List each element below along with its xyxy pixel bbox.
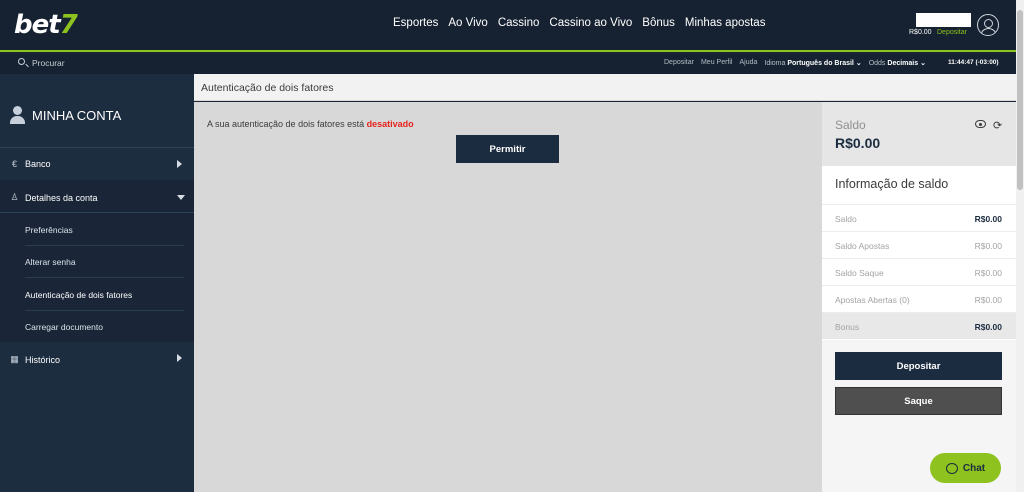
submenu-divider [25,310,184,311]
odds-value: Decimais [887,60,919,67]
language-label: Idioma [764,60,786,67]
tfa-status-message: A sua autenticação de dois fatores está … [207,119,414,129]
submenu-autenticacao[interactable]: Autenticação de dois fatores [25,290,132,300]
balance-info-title: Informação de saldo [835,177,949,191]
header-balance: R$0.00 [909,29,932,36]
odds-selector[interactable]: Odds Decimais ⌄ [869,59,926,67]
calendar-icon: ▦ [10,354,19,364]
tfa-status-badge: desativado [366,119,414,129]
balance-row: Saldo Saque R$0.00 [822,258,1016,285]
euro-icon: € [11,159,17,169]
nav-minhas-apostas[interactable]: Minhas apostas [685,17,766,29]
sub-link-profile[interactable]: Meu Perfil [701,59,733,67]
chevron-down-icon: ⌄ [855,60,862,67]
chevron-right-icon [177,354,182,362]
account-title-label: MINHA CONTA [32,107,122,123]
nav-ao-vivo[interactable]: Ao Vivo [448,17,487,29]
deposit-button[interactable]: Depositar [835,352,1002,380]
eye-icon[interactable] [975,120,986,128]
sidebar-item-banco[interactable]: € Banco [10,159,51,169]
nav-esportes[interactable]: Esportes [393,17,438,29]
balance-box [916,13,971,27]
balance-row-label: Saldo Saque [835,268,884,278]
balance-row-label: Saldo Apostas [835,241,890,251]
submenu-divider [25,245,184,246]
balance-row: Apostas Abertas (0) R$0.00 [822,285,1016,312]
tfa-message-text: A sua autenticação de dois fatores está [207,119,365,129]
balance-info-box: Informação de saldo Saldo R$0.00 Saldo A… [822,166,1016,340]
saldo-value: R$0.00 [835,135,881,151]
sidebar-divider [0,147,194,148]
balance-row: Bonus R$0.00 [822,312,1016,339]
chevron-down-icon: ⌄ [920,60,926,67]
chat-bubble-icon [945,462,958,474]
balance-row-value: R$0.00 [974,241,1002,251]
balance-row-value: R$0.00 [974,295,1002,305]
submenu-alterar-senha[interactable]: Alterar senha [25,257,76,267]
sidebar-item-label: Histórico [25,354,61,365]
page-title-bar: Autenticação de dois fatores [194,74,1016,101]
chat-label: Chat [962,462,986,474]
page-title: Autenticação de dois fatores [201,82,334,94]
sidebar-divider [0,212,194,213]
balance-row-value: R$0.00 [974,214,1002,224]
user-icon: ♙ [10,192,19,202]
user-circle-icon[interactable] [977,14,999,36]
language-value: Português do Brasil [787,60,854,67]
balance-row-value: R$0.00 [974,322,1002,332]
submenu-divider [25,277,184,278]
nav-bonus[interactable]: Bônus [642,17,675,29]
sub-link-deposit[interactable]: Depositar [664,59,694,67]
search-input[interactable]: Procurar [32,58,65,68]
top-header: bet7 Esportes Ao Vivo Cassino Cassino ao… [0,0,1016,52]
balance-row-label: Saldo [835,214,857,224]
nav-cassino-ao-vivo[interactable]: Cassino ao Vivo [549,17,632,29]
sub-link-help[interactable]: Ajuda [739,59,757,67]
balance-row-label: Apostas Abertas (0) [835,295,910,305]
sidebar-item-label: Banco [25,159,51,169]
odds-label: Odds [868,60,886,67]
main-nav: Esportes Ao Vivo Cassino Cassino ao Vivo… [393,17,765,29]
header-deposit-link[interactable]: Depositar [937,29,967,36]
withdraw-button[interactable]: Saque [835,387,1002,415]
chat-button[interactable]: Chat [930,453,1001,483]
chevron-right-icon [177,160,182,168]
permit-button[interactable]: Permitir [456,135,559,163]
main-content: A sua autenticação de dois fatores está … [194,102,822,492]
saldo-summary: Saldo R$0.00 ⟳ [822,102,1016,166]
balance-row: Saldo Apostas R$0.00 [822,231,1016,258]
nav-cassino[interactable]: Cassino [498,17,540,29]
balance-panel: Saldo R$0.00 ⟳ Informação de saldo Saldo… [822,102,1016,492]
balance-row-value: R$0.00 [974,268,1002,278]
page: bet7 Esportes Ao Vivo Cassino Cassino ao… [0,0,1024,492]
submenu-preferencias[interactable]: Preferências [25,225,73,235]
person-icon [10,106,25,124]
saldo-label: Saldo [835,118,866,132]
sub-links: Depositar Meu Perfil Ajuda Idioma Portug… [664,59,926,67]
submenu-carregar-documento[interactable]: Carregar documento [25,322,103,332]
search-icon[interactable] [18,58,25,65]
balance-row-label: Bonus [835,322,860,332]
sidebar-item-historico[interactable]: ▦ Histórico [10,354,60,365]
refresh-icon[interactable]: ⟳ [993,119,1002,132]
balance-row: Saldo R$0.00 [822,204,1016,231]
scrollbar-thumb[interactable] [1017,10,1023,190]
language-selector[interactable]: Idioma Português do Brasil ⌄ [764,59,861,67]
clock: 11:44:47 (-03:00) [948,59,999,66]
brand-logo[interactable]: bet7 [14,10,78,40]
sidebar-item-label: Detalhes da conta [25,192,98,203]
account-title: MINHA CONTA [10,106,121,124]
sidebar-item-detalhes[interactable]: ♙ Detalhes da conta [10,192,98,203]
chevron-down-icon [177,195,185,200]
